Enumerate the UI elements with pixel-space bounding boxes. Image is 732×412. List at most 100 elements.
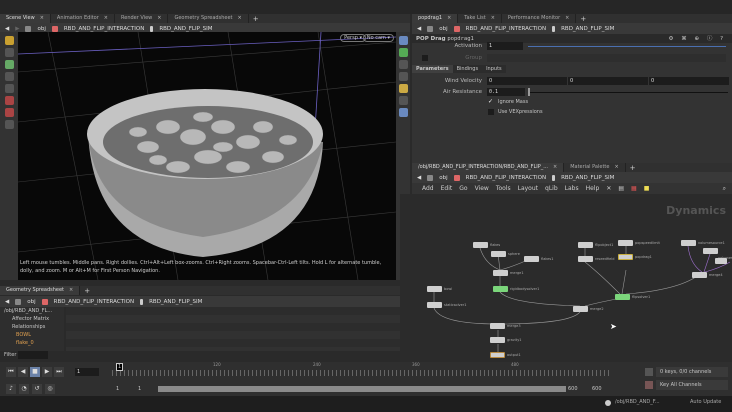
menu-help[interactable]: Help <box>586 185 600 192</box>
vexpressions-checkbox[interactable] <box>488 109 494 115</box>
key-all-channels-button[interactable]: Key All Channels <box>656 380 728 390</box>
menu-labs[interactable]: Labs <box>565 185 579 192</box>
close-icon[interactable]: × <box>237 15 241 21</box>
menu-add[interactable]: Add <box>422 185 434 192</box>
current-frame-field[interactable]: 1 <box>75 368 99 376</box>
filter-input[interactable] <box>18 351 48 359</box>
tab-material-palette[interactable]: Material Palette × <box>564 163 626 172</box>
key-icon[interactable] <box>645 381 653 389</box>
node-staticsolver1[interactable] <box>427 302 442 308</box>
add-tab-icon[interactable]: + <box>626 164 640 172</box>
visualizer-icon[interactable] <box>398 108 408 117</box>
header-icons[interactable]: ⚙ ⌘ ⊕ ⓘ ? <box>669 35 726 43</box>
path-obj[interactable]: obj <box>37 26 45 32</box>
back-icon[interactable]: ◀ <box>417 175 421 181</box>
jump-end-icon[interactable]: ⏭ <box>54 367 64 377</box>
tab-parameters[interactable]: Parameters <box>412 65 453 73</box>
play-icon[interactable]: ▶ <box>42 367 52 377</box>
wrench-icon[interactable]: ✕ <box>606 185 611 192</box>
pose-tool-icon[interactable] <box>4 72 14 81</box>
color-palette-icon[interactable]: ▦ <box>631 185 637 192</box>
path-sim[interactable]: RBD_AND_FLIP_SIM <box>159 26 212 32</box>
list-icon[interactable]: ▤ <box>618 185 624 192</box>
settings-icon[interactable]: ◎ <box>45 384 55 394</box>
spreadsheet-table[interactable] <box>66 307 404 351</box>
stop-icon[interactable]: ■ <box>30 367 40 377</box>
add-tab-icon[interactable]: + <box>576 15 590 23</box>
playback-start-field[interactable]: 1 <box>138 386 141 392</box>
update-mode-menu[interactable]: Auto Update <box>690 399 721 405</box>
sticky-note-icon[interactable]: ■ <box>644 185 650 192</box>
add-tab-icon[interactable]: + <box>249 15 263 23</box>
zoom-icon[interactable]: ⌕ <box>723 185 726 193</box>
activation-slider[interactable] <box>528 46 726 47</box>
tree-item[interactable]: /obj/RBD_AND_FL... <box>4 307 64 315</box>
tab-performance-monitor[interactable]: Performance Monitor × <box>502 14 577 23</box>
node-flakes[interactable] <box>473 242 488 248</box>
close-icon[interactable]: × <box>157 15 161 21</box>
path-sim[interactable]: RBD_AND_FLIP_SIM <box>561 26 614 32</box>
display-option-icon[interactable] <box>398 36 408 45</box>
node-volumesource3[interactable] <box>715 258 727 264</box>
node-popspeedlimit[interactable] <box>618 240 633 246</box>
close-icon[interactable]: × <box>69 287 73 293</box>
ignore-mass-checkbox[interactable]: ✓ <box>488 99 494 105</box>
light-icon[interactable] <box>398 84 408 93</box>
wireframe-icon[interactable] <box>398 60 408 69</box>
node-merge4[interactable] <box>692 272 707 278</box>
node-name-field[interactable]: popdrag1 <box>447 36 474 42</box>
select-tool-icon[interactable] <box>4 36 14 45</box>
node-volumesource1[interactable] <box>681 240 696 246</box>
loop-icon[interactable]: ↺ <box>32 384 42 394</box>
tab-bindings[interactable]: Bindings <box>452 65 483 73</box>
tree-item[interactable]: flake_0 <box>4 339 64 347</box>
play-reverse-icon[interactable]: ◀ <box>18 367 28 377</box>
magnet-tool-icon[interactable] <box>4 108 14 117</box>
path-sim[interactable]: RBD_AND_FLIP_SIM <box>561 175 614 181</box>
path-obj[interactable]: obj <box>439 26 447 32</box>
path-interaction[interactable]: RBD_AND_FLIP_INTERACTION <box>466 26 546 32</box>
path-obj[interactable]: obj <box>27 299 35 305</box>
node-merge3[interactable] <box>490 323 505 329</box>
wind-velocity-y[interactable]: 0 <box>568 77 648 85</box>
camera-tool-icon[interactable] <box>4 120 14 129</box>
slider-handle[interactable] <box>528 88 530 96</box>
playback-end-field[interactable]: 600 <box>568 386 578 392</box>
node-merge1[interactable] <box>493 270 508 276</box>
node-flakes1[interactable] <box>524 256 539 262</box>
activation-field[interactable]: 1 <box>487 42 523 50</box>
air-resistance-slider[interactable] <box>528 92 728 93</box>
realtime-icon[interactable]: ◔ <box>19 384 29 394</box>
frame-marker[interactable]: 1 <box>116 363 124 371</box>
network-editor[interactable]: Dynamics flakes sphere flakes1 merge1 ri… <box>400 194 732 362</box>
air-resistance-field[interactable]: 0.1 <box>487 88 525 96</box>
path-interaction[interactable]: RBD_AND_FLIP_INTERACTION <box>466 175 546 181</box>
grid-icon[interactable] <box>398 72 408 81</box>
menu-tools[interactable]: Tools <box>496 185 511 192</box>
tab-inputs[interactable]: Inputs <box>482 65 506 73</box>
node-popdrag1[interactable] <box>618 254 633 260</box>
range-end-field[interactable]: 600 <box>592 386 602 392</box>
node-flipsolver1[interactable] <box>615 294 630 300</box>
view-tool-icon[interactable] <box>4 48 14 57</box>
key-filter-icon[interactable] <box>645 368 653 376</box>
node-volumesource2[interactable] <box>703 248 718 254</box>
tab-popdrag1[interactable]: popdrag1 × <box>412 14 459 23</box>
close-icon[interactable]: × <box>447 15 451 21</box>
group-field[interactable] <box>487 54 726 62</box>
range-slider[interactable] <box>158 386 566 392</box>
path-interaction[interactable]: RBD_AND_FLIP_INTERACTION <box>54 299 134 305</box>
wind-velocity-x[interactable]: 0 <box>487 77 567 85</box>
tab-take-list[interactable]: Take List × <box>458 14 502 23</box>
node-gravity1[interactable] <box>490 337 505 343</box>
tab-geometry-spreadsheet[interactable]: Geometry Spreadsheet × <box>0 286 81 295</box>
menu-layout[interactable]: Layout <box>518 185 538 192</box>
snap-tool-icon[interactable] <box>4 84 14 93</box>
tree-item[interactable]: BOWL <box>4 331 64 339</box>
back-icon[interactable]: ◀ <box>5 26 9 32</box>
forward-icon[interactable]: ▶ <box>15 26 19 32</box>
menu-qlib[interactable]: qLib <box>545 185 558 192</box>
camera-menu[interactable]: No cam ▾ <box>362 34 394 42</box>
tree-item[interactable]: Affector Matrix <box>4 315 64 323</box>
menu-edit[interactable]: Edit <box>441 185 453 192</box>
